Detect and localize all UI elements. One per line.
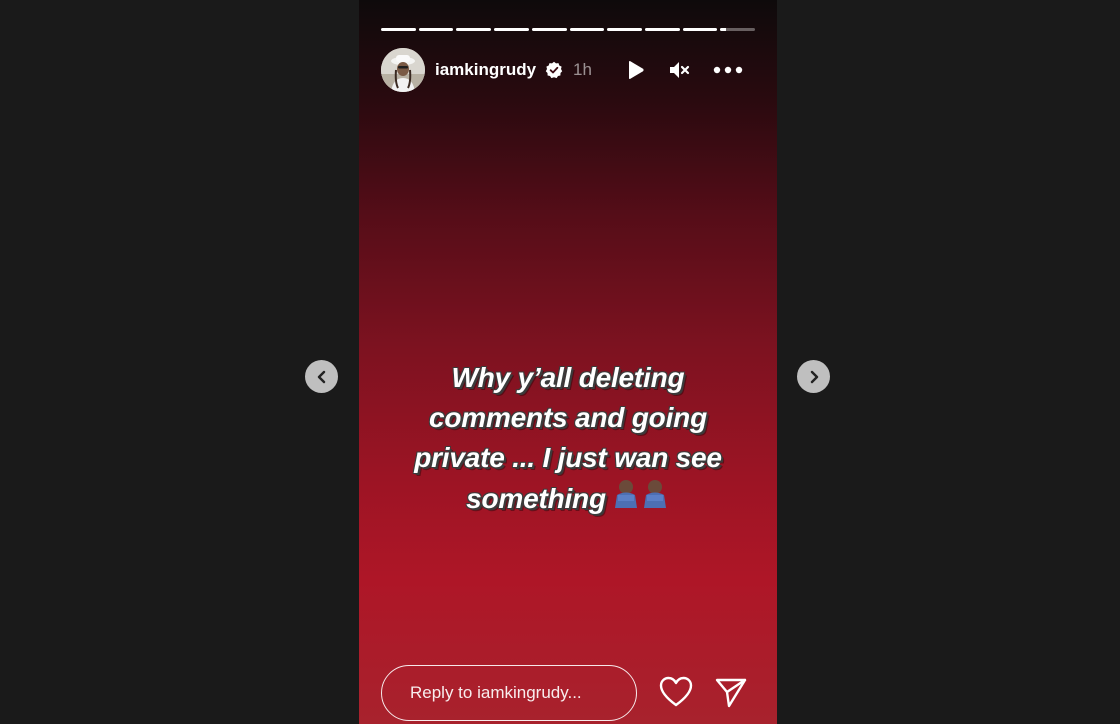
send-icon: [715, 678, 747, 708]
person-gesturing-emoji-icon: [614, 480, 666, 508]
mute-button[interactable]: [665, 56, 693, 84]
story-card[interactable]: iamkingrudy 1h Why y’all deleting commen…: [359, 0, 777, 724]
story-progress-bar: [381, 28, 756, 31]
caption-text: Why y’all deleting comments and going pr…: [414, 362, 722, 514]
progress-segment-fill: [682, 28, 718, 31]
progress-segment-fill: [644, 28, 680, 31]
progress-segment: [456, 28, 492, 31]
progress-segment: [381, 28, 416, 31]
progress-segment-fill: [720, 28, 726, 31]
post-time: 1h: [573, 60, 592, 79]
more-options-icon: [713, 66, 743, 74]
progress-segment: [569, 28, 605, 31]
progress-segment-fill: [418, 28, 454, 31]
progress-segment: [644, 28, 680, 31]
avatar[interactable]: [381, 48, 425, 92]
progress-segment-fill: [531, 28, 567, 31]
progress-segment-fill: [494, 28, 529, 31]
user-avatar-icon: [381, 48, 425, 92]
story-header: iamkingrudy 1h: [381, 48, 761, 92]
like-button[interactable]: [658, 674, 694, 710]
progress-segment-fill: [456, 28, 492, 31]
progress-segment: [531, 28, 567, 31]
story-viewer: iamkingrudy 1h Why y’all deleting commen…: [0, 0, 1120, 724]
progress-segment-fill: [607, 28, 642, 31]
username[interactable]: iamkingrudy: [435, 60, 536, 80]
progress-segment: [494, 28, 529, 31]
muted-speaker-icon: [670, 62, 690, 78]
chevron-left-icon: [317, 370, 325, 383]
share-button[interactable]: [713, 674, 749, 710]
progress-segment-fill: [569, 28, 605, 31]
play-button[interactable]: [621, 56, 649, 84]
play-icon: [629, 61, 644, 79]
progress-segment: [607, 28, 642, 31]
emoji-pair: [612, 478, 670, 523]
previous-story-button[interactable]: [305, 360, 338, 393]
heart-icon: [659, 676, 693, 707]
progress-segment: [418, 28, 454, 31]
story-caption: Why y’all deleting comments and going pr…: [359, 358, 777, 523]
progress-segment: [682, 28, 718, 31]
progress-segment: [720, 28, 756, 31]
next-story-button[interactable]: [797, 360, 830, 393]
more-options-button[interactable]: [711, 56, 745, 84]
reply-input[interactable]: Reply to iamkingrudy...: [381, 665, 637, 721]
progress-segment-fill: [381, 28, 416, 31]
verified-badge-icon: [545, 61, 563, 79]
reply-placeholder: Reply to iamkingrudy...: [410, 683, 582, 702]
chevron-right-icon: [810, 370, 818, 383]
